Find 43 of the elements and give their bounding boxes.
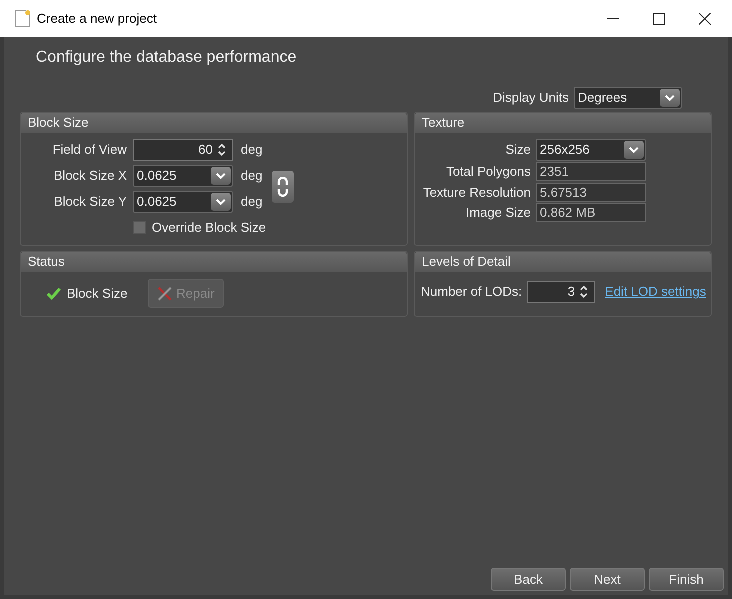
field-label: Size [504,141,531,160]
dropdown-field[interactable]: 0.0625 [133,191,233,213]
checkbox[interactable] [133,221,146,234]
number-field[interactable]: 3 [527,281,596,303]
field-label: Image Size [464,204,531,222]
field-label: Block Size Y [53,193,127,212]
page-heading: Configure the database performance [36,48,298,68]
panel-title: Status [28,253,65,272]
field-label: Texture Resolution [422,184,531,202]
window-title: Create a new project [37,10,157,28]
panel-title: Block Size [28,114,89,132]
unit-label: deg [241,141,263,160]
field-label: Number of LODs: [421,283,522,302]
minimize-icon [607,18,619,20]
number-field[interactable]: 60 [133,139,233,161]
wizard-button[interactable]: Finish [649,568,724,591]
panel-title: Texture [422,114,465,132]
edit-lod-link[interactable]: Edit LOD settings [605,282,706,302]
field-label: Block Size X [53,167,127,186]
spinner-arrows-icon[interactable] [579,284,590,300]
unit-label: deg [241,193,263,212]
field-label: Field of View [52,141,127,160]
readonly-field: 2351 [536,162,646,182]
tools-icon [156,286,173,302]
wizard-button[interactable]: Back [491,568,566,591]
status-label: Block Size [67,284,128,303]
readonly-field: 0.862 MB [536,203,646,222]
document-icon [15,10,31,28]
chain-link-icon [277,177,290,197]
wizard-button[interactable]: Next [570,568,645,591]
field-label: Display Units [493,89,569,108]
checkbox-label: Override Block Size [152,219,266,237]
spinner-arrows-icon[interactable] [217,142,227,158]
dropdown-field[interactable]: Degrees [574,87,682,109]
dropdown-field[interactable]: 256x256 [536,139,646,161]
dropdown-field[interactable]: 0.0625 [133,165,233,187]
link-toggle-button[interactable] [272,171,294,203]
close-icon [699,12,711,24]
maximize-icon [653,12,665,24]
panel-title: Levels of Detail [422,253,511,272]
readonly-field: 5.67513 [536,182,646,202]
unit-label: deg [241,167,263,186]
field-label: Total Polygons [445,163,531,181]
